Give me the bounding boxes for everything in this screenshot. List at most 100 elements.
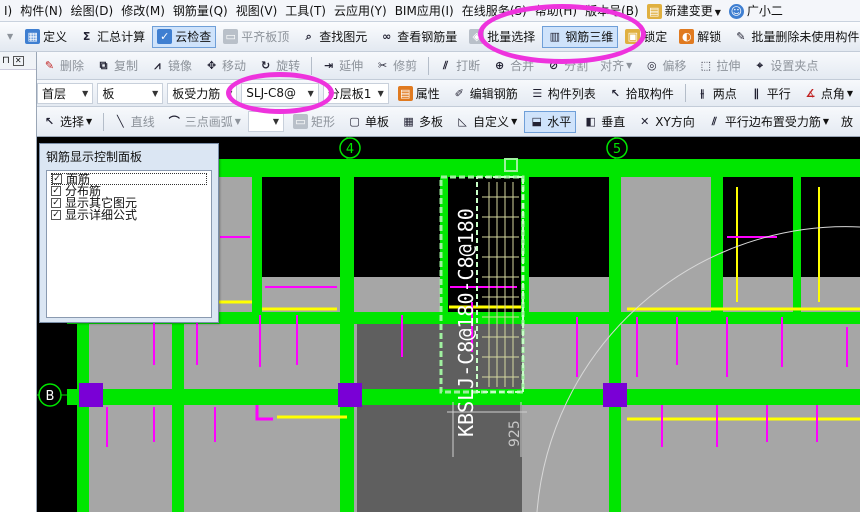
parallel-edge-rebar-button[interactable]: ⫽ 平行边布置受力筋 ▼ [702, 111, 834, 133]
offset-icon: ◎ [647, 59, 657, 72]
move-button[interactable]: ✥ 移动 [199, 55, 251, 77]
checkbox-checked-icon[interactable]: ✓ [51, 198, 61, 208]
batch-delete-unused-button[interactable]: ✎ 批量删除未使用构件 [728, 26, 860, 48]
delete-button[interactable]: ✎ 删除 [37, 55, 89, 77]
custom-button[interactable]: ◺ 自定义 ▼ [450, 111, 522, 133]
single-slab-button[interactable]: ▢ 单板 [342, 111, 394, 133]
new-change-menu[interactable]: ▤ 新建变更 ▼ [643, 0, 725, 21]
menu-item-help[interactable]: 帮助(H) [531, 0, 581, 21]
extend-icon: ⇥ [323, 59, 334, 72]
option-show-detailed-formula[interactable]: ✓ 显示详细公式 [51, 209, 207, 221]
merge-icon: ⊕ [495, 59, 505, 72]
mirror-icon: ⩘ [154, 59, 161, 72]
menu-item-view[interactable]: 视图(V) [232, 0, 282, 21]
menu-item-modify[interactable]: 修改(M) [117, 0, 169, 21]
pick-component-button[interactable]: ↖ 拾取构件 [603, 82, 679, 104]
summary-calc-button[interactable]: Σ 汇总计算 [74, 26, 150, 48]
menu-item-rebar-quantity[interactable]: 钢筋量(Q) [169, 0, 232, 21]
menu-item-component[interactable]: 构件(N) [16, 0, 66, 21]
new-change-label: 新建变更 [664, 3, 713, 18]
define-button[interactable]: ▦ 定义 [20, 26, 72, 48]
menu-item-cloud[interactable]: 云应用(Y) [330, 0, 391, 21]
stretch-button[interactable]: ⬚ 拉伸 [693, 55, 745, 77]
rectangle-button[interactable]: ▭ 矩形 [288, 111, 340, 133]
three-point-arc-label: 三点画弧 [184, 115, 233, 129]
document-icon: ▤ [646, 3, 662, 19]
checkbox-checked-icon[interactable]: ✓ [51, 186, 61, 196]
rotate-label: 旋转 [276, 59, 301, 73]
separator [311, 56, 313, 75]
close-icon[interactable]: ✕ [12, 55, 24, 66]
set-grip-label: 设置夹点 [770, 59, 819, 73]
menu-item-version[interactable]: 版本号(B) [581, 0, 643, 21]
copy-button[interactable]: ⧉ 复制 [91, 55, 143, 77]
list-icon: ☰ [532, 86, 543, 100]
option-label: 显示详细公式 [65, 208, 138, 222]
component-list-button[interactable]: ☰ 构件列表 [525, 82, 601, 104]
xy-direction-label: XY方向 [655, 115, 695, 129]
break-button[interactable]: ⫽ 打断 [433, 55, 485, 77]
vertical-icon: ◧ [585, 115, 596, 128]
multi-slab-button[interactable]: ▦ 多板 [396, 111, 448, 133]
vertical-button[interactable]: ◧ 垂直 [578, 111, 630, 133]
assistant-label: 广小二 [746, 3, 783, 18]
checkbox-checked-icon[interactable]: ✓ [52, 174, 62, 184]
component-select[interactable]: SLJ-C8@ ▼ [241, 82, 319, 104]
break-label: 打断 [456, 59, 481, 73]
offset-button[interactable]: ◎ 偏移 [639, 55, 691, 77]
parallel-button[interactable]: ∥ 平行 [744, 82, 796, 104]
select-button[interactable]: ↖ 选择 ▼ [37, 111, 97, 133]
category-select[interactable]: 板 ▼ [97, 82, 164, 104]
menu-item-online-service[interactable]: 在线服务(S) [458, 0, 531, 21]
checkbox-checked-icon[interactable]: ✓ [51, 210, 61, 220]
subcategory-select[interactable]: 板受力筋 ▼ [167, 82, 238, 104]
mirror-button[interactable]: ⩘ 镜像 [145, 55, 197, 77]
menu-item-partial[interactable]: I) [0, 0, 16, 21]
cloud-check-button[interactable]: ✓ 云检查 [152, 25, 217, 48]
floor-select[interactable]: 首层 ▼ [37, 82, 94, 104]
trim-icon: ✂ [377, 59, 388, 72]
split-button[interactable]: ⊘ 分割 [541, 55, 593, 77]
trim-button[interactable]: ✂ 修剪 [370, 55, 422, 77]
edit-toolbar: ✎ 删除 ⧉ 复制 ⩘ 镜像 ✥ 移动 ↻ 旋转 ⇥ 延伸 ✂ 修剪 ⫽ 打断 ⊕ 合并 ⊘ 分割 … [37, 52, 860, 80]
axis-label-5: 5 [613, 142, 621, 157]
point-angle-button[interactable]: ∡ 点角 ▼ [798, 82, 858, 104]
place-button-partial[interactable]: 放 [836, 111, 858, 133]
pin-icon[interactable]: ⊓ [2, 55, 10, 66]
unlock-button[interactable]: ◐ 解锁 [674, 26, 726, 48]
arc-option-select[interactable]: ▼ [247, 111, 284, 132]
overflow-chevron[interactable]: ▼ [0, 26, 18, 48]
delete-icon: ✎ [44, 59, 55, 72]
line-button[interactable]: ╲ 直线 [108, 111, 160, 133]
menu-item-tools[interactable]: 工具(T) [281, 0, 330, 21]
rebar-display-panel[interactable]: 钢筋显示控制面板 ✓ 面筋 ✓ 分布筋 ✓ 显示其它图元 ✓ 显示详细公式 [39, 143, 219, 323]
separator [428, 56, 430, 75]
define-label: 定义 [43, 30, 68, 44]
assistant-menu[interactable]: ☺ 广小二 [725, 0, 787, 21]
menu-item-bim[interactable]: BIM应用(I) [391, 0, 458, 21]
align-button[interactable]: 对齐 ▼ [595, 55, 637, 77]
xy-direction-button[interactable]: ✕ XY方向 [632, 111, 700, 133]
view-rebar-qty-button[interactable]: ∞ 查看钢筋量 [374, 26, 462, 48]
flush-slab-top-button[interactable]: ▭ 平齐板顶 [218, 26, 294, 48]
line-icon: ╲ [116, 115, 124, 128]
cloud-check-icon: ✓ [157, 29, 173, 44]
lock-button[interactable]: ▣ 锁定 [620, 26, 672, 48]
merge-button[interactable]: ⊕ 合并 [487, 55, 539, 77]
rotate-button[interactable]: ↻ 旋转 [253, 55, 305, 77]
find-element-button[interactable]: ⌕ 查找图元 [296, 26, 372, 48]
layer-select[interactable]: 分层板1 ▼ [322, 82, 389, 104]
horizontal-button[interactable]: ⬓ 水平 [524, 110, 577, 133]
set-grip-button[interactable]: ⌖ 设置夹点 [747, 55, 823, 77]
extend-button[interactable]: ⇥ 延伸 [316, 55, 368, 77]
edit-rebar-icon: ✐ [454, 86, 464, 100]
move-icon: ✥ [206, 59, 217, 72]
edit-rebar-button[interactable]: ✐ 编辑钢筋 [447, 82, 523, 104]
two-points-button[interactable]: ⫲ 两点 [690, 82, 742, 104]
properties-button[interactable]: ▤ 属性 [393, 82, 445, 104]
rebar-3d-button[interactable]: ▥ 钢筋三维 [542, 25, 619, 48]
cloud-check-label: 云检查 [175, 30, 212, 44]
menu-item-draw[interactable]: 绘图(D) [67, 0, 118, 21]
three-point-arc-button[interactable]: ⌒ 三点画弧 ▼ [162, 111, 246, 133]
batch-select-button[interactable]: ◈ 批量选择 [464, 26, 540, 48]
